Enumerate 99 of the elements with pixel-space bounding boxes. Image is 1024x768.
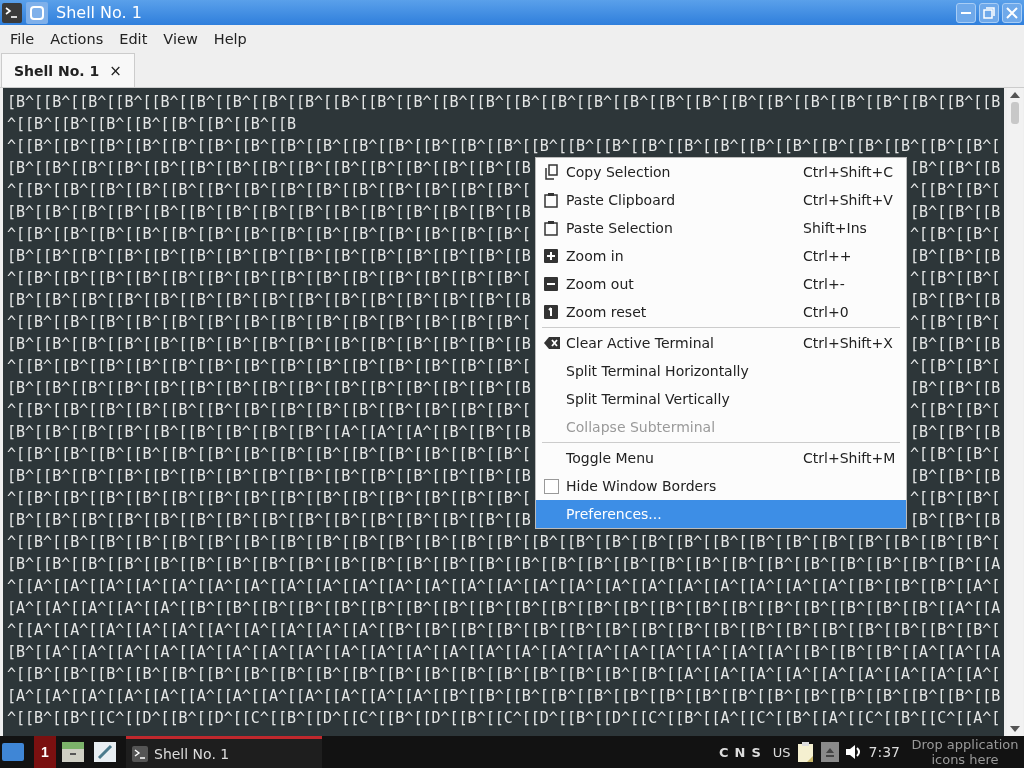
checkbox[interactable] xyxy=(544,478,559,494)
terminal-text: ^[[B^[[B^[[C^[[D^[[B^[[D^[[C^[[B^[[D^[[C^[[B^[[D^[[B^[[C^[[D^[[B^[[D^[[C^[[B^[[A^[[C^[[B^[[A^[[C^[[B^[[C^[[A^[ xyxy=(7,708,1001,729)
terminal-text: [B^[[B^[[B^[[B^[[B^[[B^[[B^[[B^[[B^[[B^[[B^[[B^[[B^[[B^[[B xyxy=(7,378,531,399)
terminal-text: ^[[B^[[B^[[B^[[B^[[B^[[B^[[B^[[B^[[B^[[B^[[B^[[B^[[B^[[B^[[B^[[B^[[B^[[B^[[B^[[B^[[B^[[B^[[B^[[B^[[B^[[B^[[B^[ xyxy=(7,136,1001,157)
terminal-text: ^[[B^[[B^[[B^[[B^[[B^[[B^[[B^[[B^[[B^[[B^[[B^[[B^[[B^[[B^[ xyxy=(7,180,531,201)
menu-item[interactable]: Zoom reset Ctrl+0 xyxy=(536,298,906,326)
scroll-down-icon[interactable] xyxy=(1010,726,1020,732)
keyboard-layout[interactable]: US xyxy=(772,744,791,760)
terminal-text: [B^[[B^[[B^[[B^[[B^[[B^[[B^[[B^[[B^[[B^[[B^[[B^[[B^[[B^[[B xyxy=(7,466,531,487)
menu-item[interactable]: Actions xyxy=(42,28,112,49)
terminal-text: ^[[B^[[B^[[B^[[B^[[B^[[B^[[B^[[B^[[B^[[B^[[B^[[B^[[B^[[B^[ xyxy=(7,444,531,465)
terminal-text: ^[[B^[[B^[[B^[[B^[[B^[[B^[[B^[[B^[[B^[[B^[[B^[[B^[[B^[[B^[ xyxy=(7,488,531,509)
menu-item[interactable]: Split Terminal Vertically xyxy=(536,385,906,413)
window-title: Shell No. 1 xyxy=(56,3,142,22)
backspace-icon xyxy=(544,336,560,350)
desktop-icon[interactable] xyxy=(2,742,24,762)
taskbar-task[interactable]: Shell No. 1 xyxy=(126,736,322,768)
terminal-text: ^[[B^[[B^[[B^[[B^[[B^[[B^[[B^[[B^[[B^[[B^[[B^[[B^[[B^[[B^[ xyxy=(7,356,531,377)
zoom-out-icon xyxy=(544,277,558,291)
terminal-text: [A^[[A^[[A^[[A^[[A^[[B^[[B^[[B^[[B^[[B^[[B^[[B^[[B^[[B^[[B^[[B^[[B^[[B^[[B^[[B^[[B^[[B^[[B^[[B^[[B^[[B^[[A^[[A xyxy=(7,598,1001,619)
terminal-text: ^[[B^[[B^[[B^[[B^[[B^[[B^[[B^[[B^[[B^[[B^[[B^[[B^[[B^[[B^[[B^[[B^[[B^[[B^[[B^[[B^[[B^[[B^[[B^[[B^[[B^[[B^[[B^[ xyxy=(7,532,1001,553)
text-editor-icon[interactable] xyxy=(94,742,116,762)
menu-item[interactable]: Paste Clipboard Ctrl+Shift+V xyxy=(536,186,906,214)
menu-item[interactable]: Edit xyxy=(111,28,156,49)
menu-item[interactable]: Hide Window Borders xyxy=(536,472,906,500)
minimize-icon xyxy=(960,11,972,14)
terminal-text: [B^[[A^[[A^[[A^[[A^[[A^[[A^[[A^[[A^[[A^[[A^[[A^[[A^[[A^[[A^[[A^[[A^[[A^[[A^[[A^[[A^[[A^[[B^[[B^[[B^[[A^[[A^[[A xyxy=(7,642,1001,663)
terminal-text: [B^[[B^[[B xyxy=(910,422,1001,443)
eject-icon[interactable] xyxy=(820,742,839,762)
terminal-text: [B^[[B^[[B xyxy=(910,246,1001,267)
menu-item[interactable]: Help xyxy=(205,28,255,49)
terminal-text: [B^[[B^[[B^[[B^[[B^[[B^[[B^[[B^[[B^[[B^[[B^[[B^[[B^[[B^[[B xyxy=(7,246,531,267)
tab[interactable]: Shell No. 1 × xyxy=(1,53,135,87)
close-icon xyxy=(1006,6,1018,19)
terminal-text: [B^[[B^[[B xyxy=(910,466,1001,487)
menu-item[interactable]: View xyxy=(155,28,206,49)
volume-icon[interactable] xyxy=(844,743,863,761)
copy-icon xyxy=(544,164,558,180)
menu-item[interactable]: Clear Active Terminal Ctrl+Shift+X xyxy=(536,329,906,357)
close-tab-button[interactable]: × xyxy=(109,61,122,80)
menu-item[interactable]: Paste Selection Shift+Ins xyxy=(536,214,906,242)
clipboard-icon[interactable] xyxy=(796,741,815,763)
terminal-text: [B^[[B^[[B^[[B^[[B^[[B^[[B^[[B^[[B^[[B^[[B^[[B^[[B^[[B^[[B xyxy=(7,334,531,355)
terminal-text: [B^[[B^[[B^[[B^[[B^[[B^[[B^[[B^[[B^[[B^[[B^[[B^[[B^[[B^[[B^[[B^[[B^[[B^[[B^[[B^[[B^[[B^[[B^[[B^[[B^[[B^[[B^[[A xyxy=(7,554,1001,575)
close-button[interactable] xyxy=(1002,2,1022,23)
terminal-icon xyxy=(132,745,148,762)
terminal-text: [B^[[B^[[B xyxy=(910,510,1001,531)
terminal-text: [B^[[B^[[B^[[B^[[B^[[B^[[B^[[B^[[B^[[A^[[A^[[A^[[B^[[B^[[B xyxy=(7,422,531,443)
lock-indicator: S xyxy=(751,744,761,760)
lock-indicator: C xyxy=(718,744,729,760)
menu-item[interactable]: Split Terminal Horizontally xyxy=(536,357,906,385)
terminal-text: ^[[B^[[B^[ xyxy=(910,180,1001,201)
terminal-text: [B^[[B^[[B xyxy=(910,202,1001,223)
terminal-text: ^[[A^[[A^[[A^[[A^[[A^[[A^[[A^[[A^[[A^[[A^[[B^[[B^[[B^[[B^[[B^[[B^[[B^[[B^[[B^[[B^[[B^[[B^[[B^[[B^[[B^[[B^[[B^[ xyxy=(7,620,1001,641)
drop-zone-text: Drop application icons here xyxy=(910,737,1020,767)
terminal-text: ^[[B^[[B^[[B^[[B^[[B^[[B^[[B^[[B^[[B^[[B^[[B^[[B^[[B^[[B^[ xyxy=(7,400,531,421)
clock[interactable]: 7:37 xyxy=(868,744,900,760)
lock-indicator: N xyxy=(734,744,746,760)
terminal-text: ^[[B^[[B^[ xyxy=(910,356,1001,377)
menu-item[interactable]: Zoom in Ctrl++ xyxy=(536,242,906,270)
terminal-text: ^[[B^[[B^[ xyxy=(910,224,1001,245)
terminal-text: ^[[B^[[B^[[B^[[B^[[B^[[B^[[B^[[B^[[B^[[B^[[B^[[B^[[B^[[B^[ xyxy=(7,224,531,245)
terminal-text: [A^[[A^[[A^[[A^[[A^[[A^[[A^[[A^[[A^[[A^[[A^[[A^[[B^[[B^[[B^[[B^[[B^[[B^[[B^[[B^[[B^[[B^[[B^[[B^[[B^[[B^[[B^[[B xyxy=(7,686,1001,707)
menu-item[interactable]: Toggle Menu Ctrl+Shift+M xyxy=(536,444,906,472)
file-cabinet-icon[interactable] xyxy=(62,742,84,762)
terminal-text: ^[[A^[[A^[[A^[[A^[[A^[[A^[[A^[[A^[[A^[[A^[[A^[[A^[[A^[[A^[[A^[[A^[[A^[[A^[[A^[[A^[[A^[[A^[[A^[[B^[[B^[[B^[[A^[ xyxy=(7,576,1001,597)
terminal-text: [B^[[B^[[B xyxy=(910,290,1001,311)
terminal-text: ^[[B^[[B^[[B^[[B^[[B^[[B^[[B^[[B xyxy=(7,114,296,135)
menu-item[interactable]: Zoom out Ctrl+- xyxy=(536,270,906,298)
terminal-text: ^[[B^[[B^[[B^[[B^[[B^[[B^[[B^[[B^[[B^[[B^[[B^[[B^[[B^[[B^[ xyxy=(7,312,531,333)
menu-item[interactable]: File xyxy=(2,28,43,49)
menu-item[interactable]: Copy Selection Ctrl+Shift+C xyxy=(536,158,906,186)
terminal-text: [B^[[B^[[B^[[B^[[B^[[B^[[B^[[B^[[B^[[B^[[B^[[B^[[B^[[B^[[B xyxy=(7,290,531,311)
terminal-text: [B^[[B^[[B^[[B^[[B^[[B^[[B^[[B^[[B^[[B^[[B^[[B^[[B^[[B^[[B^[[B^[[B^[[B^[[B^[[B^[[B^[[B^[[B^[[B^[[B^[[B^[[B^[[B xyxy=(7,92,1001,113)
terminal-text: ^[[B^[[B^[ xyxy=(910,312,1001,333)
terminal-text: [B^[[B^[[B^[[B^[[B^[[B^[[B^[[B^[[B^[[B^[[B^[[B^[[B^[[B^[[B xyxy=(7,202,531,223)
terminal-text: ^[[B^[[B^[ xyxy=(910,444,1001,465)
clipboard-icon xyxy=(544,192,558,208)
terminal-text: [B^[[B^[[B^[[B^[[B^[[B^[[B^[[B^[[B^[[B^[[B^[[B^[[B^[[B^[[B xyxy=(7,510,531,531)
clipboard-icon xyxy=(544,220,558,236)
terminal-text: ^[[B^[[B^[ xyxy=(910,488,1001,509)
minimize-button[interactable] xyxy=(956,2,976,23)
restore-icon xyxy=(983,6,995,19)
terminal-text: [B^[[B^[[B xyxy=(910,334,1001,355)
terminal-text: [B^[[B^[[B xyxy=(910,158,1001,179)
terminal-text: ^[[B^[[B^[[B^[[B^[[B^[[B^[[B^[[B^[[B^[[B^[[B^[[B^[[B^[[B^[ xyxy=(7,268,531,289)
terminal-text: ^[[B^[[B^[ xyxy=(910,400,1001,421)
scrollbar-thumb[interactable] xyxy=(1011,102,1019,124)
zoom-reset-icon xyxy=(544,305,558,319)
terminal-text: [B^[[B^[[B xyxy=(910,378,1001,399)
terminal-text: ^[[B^[[B^[ xyxy=(910,268,1001,289)
scroll-up-icon[interactable] xyxy=(1010,92,1020,98)
window-menu-icon[interactable] xyxy=(26,1,48,24)
terminal[interactable] xyxy=(3,88,1004,736)
terminal-text: [B^[[B^[[B^[[B^[[B^[[B^[[B^[[B^[[B^[[B^[[B^[[B^[[B^[[B^[[B xyxy=(7,158,531,179)
zoom-in-icon xyxy=(544,249,558,263)
terminal-text: ^[[B^[[B^[[B^[[B^[[B^[[B^[[B^[[B^[[B^[[B^[[B^[[B^[[B^[[B^[[B^[[B^[[B^[[B^[[A^[[A^[[A^[[A^[[A^[[A^[[A^[[A^[[A^[ xyxy=(7,664,1001,685)
terminal-app-icon xyxy=(2,2,22,23)
workspace-button[interactable]: 1 xyxy=(34,736,56,768)
